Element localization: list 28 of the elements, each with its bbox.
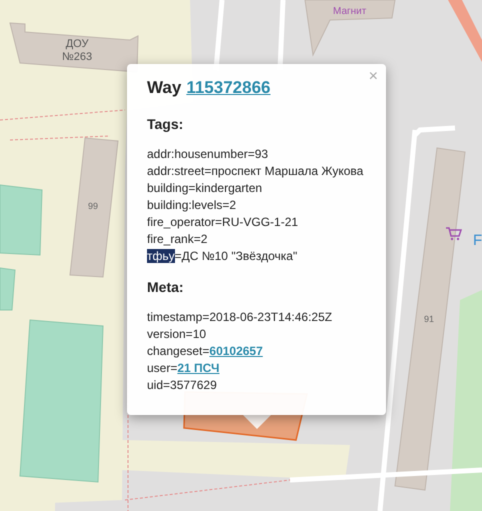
map-label: ДОУ №263 [62, 38, 92, 64]
tag-line: fire_operator=RU-VGG-1-21 [147, 214, 300, 231]
map-label: 91 [424, 314, 434, 325]
map-label: F [473, 232, 482, 250]
main-road [448, 0, 482, 62]
meta-key: user= [147, 361, 178, 375]
sports-field [0, 184, 43, 256]
tag-line: тфьу=ДС №10 "Звёздочка" [147, 248, 298, 265]
meta-key: changeset= [147, 344, 210, 358]
tag-line: building=kindergarten [147, 180, 264, 197]
tag-line: addr:street=проспект Маршала Жукова [147, 163, 364, 180]
meta-link[interactable]: 21 ПСЧ [177, 361, 220, 375]
cart-icon [446, 227, 462, 240]
popup-title: Way [147, 78, 182, 98]
tag-line: addr:housenumber=93 [147, 146, 270, 163]
tag-line: fire_rank=2 [147, 231, 208, 248]
meta-line: timestamp=2018-06-23T14:46:25Z [147, 309, 334, 326]
meta-link[interactable]: 60102657 [209, 344, 263, 358]
sports-field [0, 267, 16, 310]
map-label: 99 [88, 201, 98, 212]
tag-line: building:levels=2 [147, 197, 238, 214]
tags-heading: Tags: [147, 116, 184, 132]
meta-heading: Meta: [147, 279, 185, 295]
way-id-link[interactable]: 115372866 [186, 78, 270, 98]
map-label: Магнит [333, 6, 366, 18]
close-button[interactable]: × [368, 68, 378, 86]
meta-line: version=10 [147, 326, 208, 343]
meta-line: uid=3577629 [147, 377, 218, 394]
